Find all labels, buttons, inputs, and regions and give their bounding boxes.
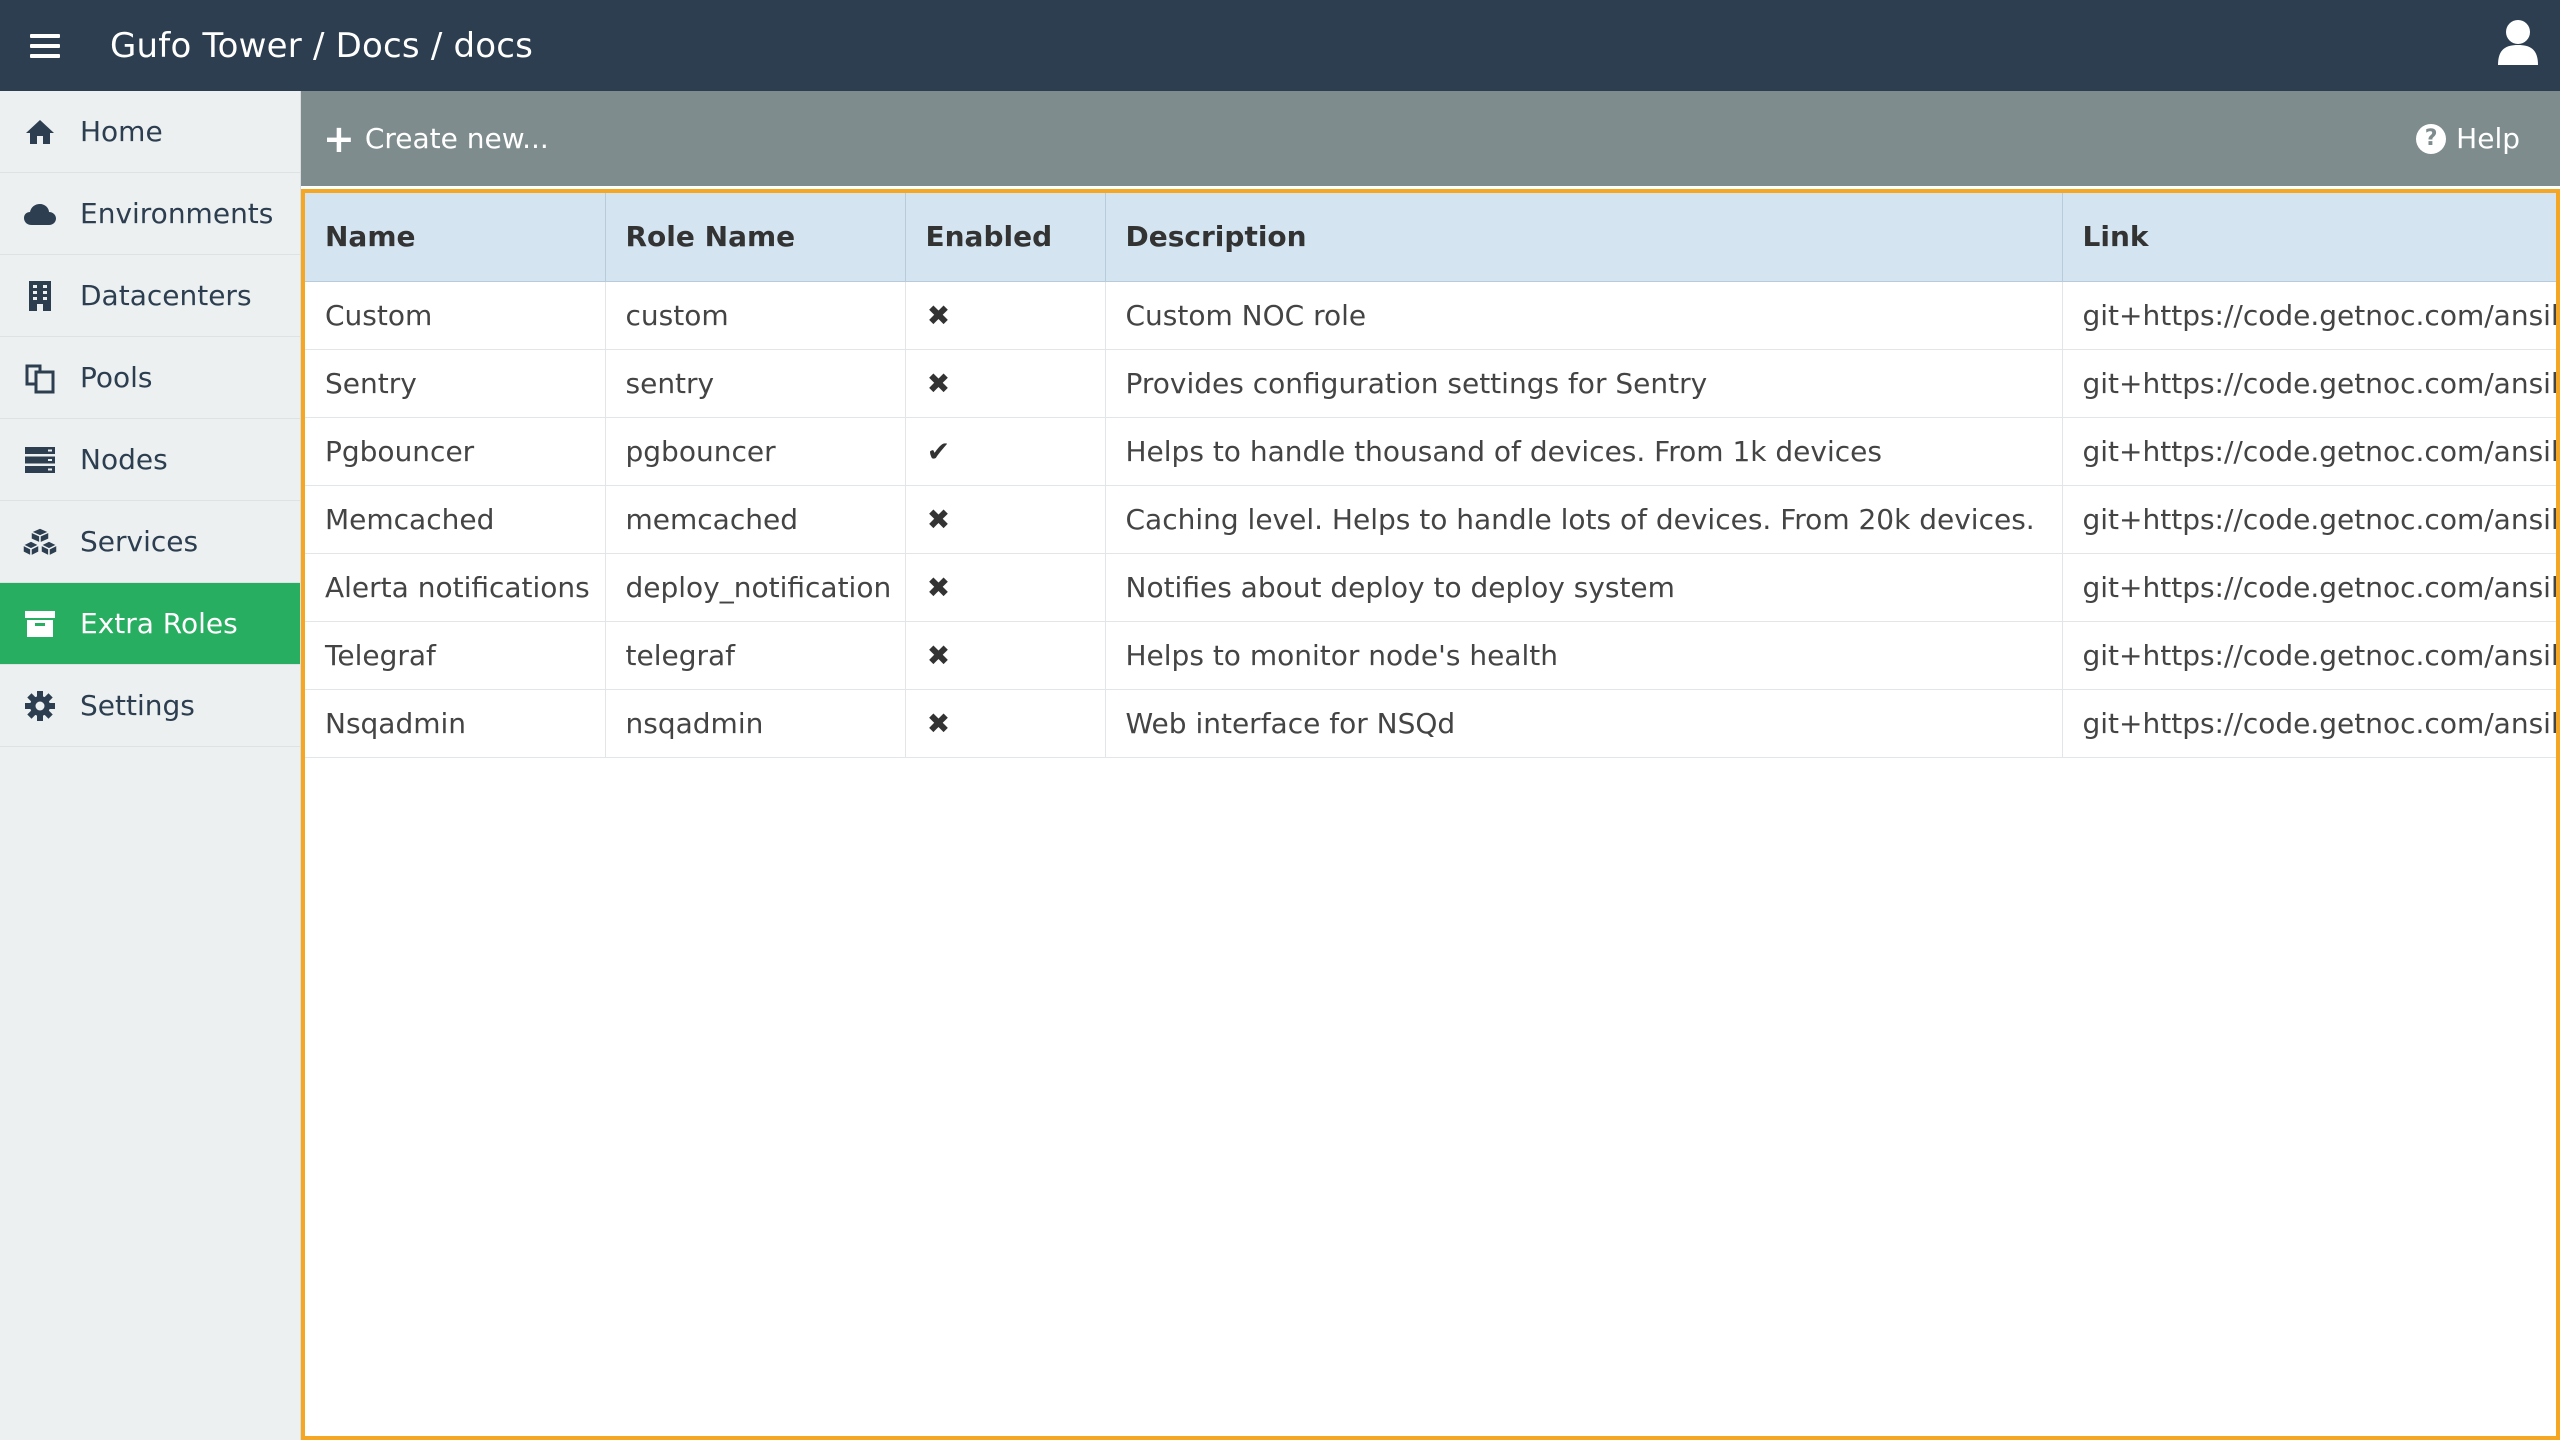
breadcrumb: Gufo Tower / Docs / docs (110, 25, 534, 66)
sidebar-item-label: Pools (80, 361, 153, 394)
copy-icon (0, 337, 80, 419)
cross-icon: ✖ (926, 570, 951, 604)
column-header-link[interactable]: Link (2062, 193, 2556, 282)
gear-icon (0, 665, 80, 747)
link-cell: git+https://code.getnoc.com/ansible-r (2062, 689, 2556, 758)
sidebar-item-home[interactable]: Home (0, 91, 300, 173)
building-icon (0, 255, 80, 337)
create-new-label: Create new... (364, 122, 549, 155)
name-cell: Alerta notifications (305, 553, 606, 622)
sidebar-item-label: Environments (80, 197, 274, 230)
toolbar: + Create new... ? Help (301, 91, 2560, 186)
table-row[interactable]: Nsqadmin nsqadmin ✖ Web interface for NSQd g… (305, 689, 2556, 758)
name-cell: Memcached (305, 485, 606, 554)
archive-icon (0, 583, 80, 665)
link-cell: git+https://code.getnoc.com/ansible-r (2062, 281, 2556, 350)
check-icon: ✔ (926, 434, 951, 468)
enabled-cell: ✖ (905, 485, 1106, 554)
home-icon (0, 91, 80, 173)
description-cell: Helps to handle thousand of devices. Fro… (1105, 417, 2063, 486)
role-name-cell: deploy_notification (605, 553, 906, 622)
role-name-cell: memcached (605, 485, 906, 554)
column-header-enabled[interactable]: Enabled (905, 193, 1106, 282)
description-cell: Provides configuration settings for Sent… (1105, 349, 2063, 418)
plus-icon: + (323, 116, 355, 161)
enabled-cell: ✖ (905, 689, 1106, 758)
cross-icon: ✖ (926, 366, 951, 400)
link-cell: git+https://code.getnoc.com/ansible-r (2062, 621, 2556, 690)
table-row[interactable]: Alerta notifications deploy_notification ✖… (305, 553, 2556, 622)
link-cell: git+https://code.getnoc.com/ansible-r (2062, 553, 2556, 622)
sidebar-item-nodes[interactable]: Nodes (0, 419, 300, 501)
role-name-cell: sentry (605, 349, 906, 418)
user-menu-button[interactable] (2494, 10, 2542, 76)
name-cell: Nsqadmin (305, 689, 606, 758)
name-cell: Custom (305, 281, 606, 350)
name-cell: Pgbouncer (305, 417, 606, 486)
server-icon (0, 419, 80, 501)
link-cell: git+https://code.getnoc.com/ansible-r (2062, 349, 2556, 418)
cubes-icon (0, 501, 80, 583)
create-new-button[interactable]: + Create new... (323, 120, 549, 158)
sidebar: Home Environments Datacenters Pools Node… (0, 91, 301, 1440)
sidebar-item-environments[interactable]: Environments (0, 173, 300, 255)
cross-icon: ✖ (926, 502, 951, 536)
column-header-description[interactable]: Description (1105, 193, 2063, 282)
sidebar-item-label: Nodes (80, 443, 168, 476)
sidebar-item-label: Extra Roles (80, 607, 238, 640)
column-header-name[interactable]: Name (305, 193, 606, 282)
sidebar-item-datacenters[interactable]: Datacenters (0, 255, 300, 337)
name-cell: Sentry (305, 349, 606, 418)
help-button[interactable]: ? Help (2416, 122, 2520, 155)
top-bar: Gufo Tower / Docs / docs (0, 0, 2560, 91)
enabled-cell: ✖ (905, 281, 1106, 350)
enabled-cell: ✖ (905, 621, 1106, 690)
cloud-icon (0, 173, 80, 255)
description-cell: Custom NOC role (1105, 281, 2063, 350)
link-cell: git+https://code.getnoc.com/ansible-r (2062, 485, 2556, 554)
description-cell: Notifies about deploy to deploy system (1105, 553, 2063, 622)
roles-table: Name Role Name Enabled Description Link … (305, 193, 2556, 758)
table-header-row: Name Role Name Enabled Description Link (305, 193, 2556, 282)
extra-roles-grid[interactable]: Name Role Name Enabled Description Link … (301, 189, 2560, 1440)
description-cell: Helps to monitor node's health (1105, 621, 2063, 690)
role-name-cell: telegraf (605, 621, 906, 690)
sidebar-item-label: Datacenters (80, 279, 252, 312)
table-row[interactable]: Custom custom ✖ Custom NOC role git+https://… (305, 281, 2556, 350)
description-cell: Caching level. Helps to handle lots of d… (1105, 485, 2063, 554)
cross-icon: ✖ (926, 638, 951, 672)
user-icon (2498, 20, 2538, 65)
sidebar-item-label: Home (80, 115, 163, 148)
sidebar-item-settings[interactable]: Settings (0, 665, 300, 747)
role-name-cell: pgbouncer (605, 417, 906, 486)
column-header-role-name[interactable]: Role Name (605, 193, 906, 282)
table-row[interactable]: Memcached memcached ✖ Caching level. Helps … (305, 485, 2556, 554)
table-row[interactable]: Telegraf telegraf ✖ Helps to monitor node's… (305, 621, 2556, 690)
link-cell: git+https://code.getnoc.com/ansible-r (2062, 417, 2556, 486)
description-cell: Web interface for NSQd (1105, 689, 2063, 758)
enabled-cell: ✖ (905, 349, 1106, 418)
sidebar-item-pools[interactable]: Pools (0, 337, 300, 419)
help-label: Help (2456, 122, 2520, 155)
name-cell: Telegraf (305, 621, 606, 690)
table-row[interactable]: Sentry sentry ✖ Provides configuration sett… (305, 349, 2556, 418)
role-name-cell: nsqadmin (605, 689, 906, 758)
sidebar-item-label: Services (80, 525, 199, 558)
enabled-cell: ✔ (905, 417, 1106, 486)
sidebar-item-services[interactable]: Services (0, 501, 300, 583)
role-name-cell: custom (605, 281, 906, 350)
enabled-cell: ✖ (905, 553, 1106, 622)
cross-icon: ✖ (926, 298, 951, 332)
sidebar-item-label: Settings (80, 689, 195, 722)
table-row[interactable]: Pgbouncer pgbouncer ✔ Helps to handle thous… (305, 417, 2556, 486)
question-circle-icon: ? (2416, 123, 2447, 154)
hamburger-icon (30, 33, 60, 58)
menu-button[interactable] (0, 0, 90, 91)
sidebar-item-extra-roles[interactable]: Extra Roles (0, 583, 300, 665)
cross-icon: ✖ (926, 706, 951, 740)
